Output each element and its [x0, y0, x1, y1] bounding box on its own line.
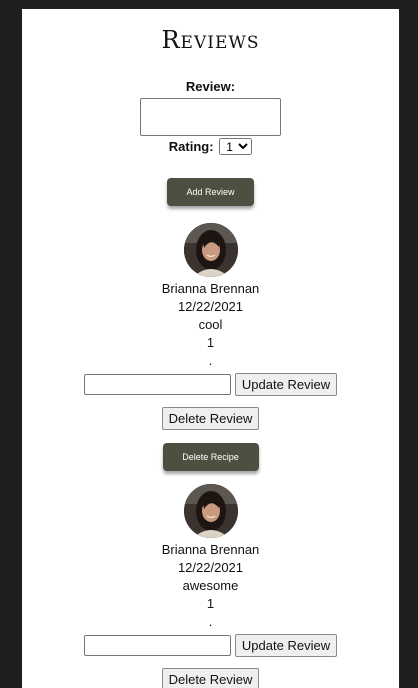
reviews-panel: Reviews Review: Rating: 1 Add Review Bri… [22, 9, 399, 688]
review-separator: . [208, 353, 213, 368]
update-review-button[interactable]: Update Review [234, 634, 338, 657]
review-author: Brianna Brennan [161, 542, 260, 557]
page-title: Reviews [161, 26, 260, 54]
review-textarea[interactable] [140, 98, 281, 136]
update-review-input[interactable] [83, 635, 231, 656]
update-row: Update Review [22, 634, 399, 657]
review-author: Brianna Brennan [161, 281, 260, 296]
update-review-button[interactable]: Update Review [234, 373, 338, 396]
review-text: awesome [182, 578, 239, 593]
rating-select[interactable]: 1 [219, 138, 253, 155]
rating-row: Rating: 1 [22, 138, 399, 156]
review-card: Brianna Brennan 12/22/2021 awesome 1 . U… [22, 484, 399, 688]
avatar-photo-icon [183, 484, 238, 538]
avatar [183, 223, 238, 277]
review-rating: 1 [206, 596, 215, 611]
review-label: Review: [185, 79, 236, 94]
review-separator: . [208, 614, 213, 629]
avatar [183, 484, 238, 538]
update-row: Update Review [22, 373, 399, 396]
avatar-photo-icon [183, 223, 238, 277]
review-rating: 1 [206, 335, 215, 350]
rating-label: Rating: [168, 139, 214, 154]
delete-review-button[interactable]: Delete Review [161, 668, 260, 688]
add-review-button[interactable]: Add Review [167, 178, 254, 206]
update-review-input[interactable] [83, 374, 231, 395]
review-date: 12/22/2021 [177, 299, 244, 314]
review-card: Brianna Brennan 12/22/2021 cool 1 . Upda… [22, 223, 399, 430]
delete-recipe-button[interactable]: Delete Recipe [162, 443, 259, 471]
delete-review-button[interactable]: Delete Review [161, 407, 260, 430]
review-text: cool [198, 317, 223, 332]
review-date: 12/22/2021 [177, 560, 244, 575]
